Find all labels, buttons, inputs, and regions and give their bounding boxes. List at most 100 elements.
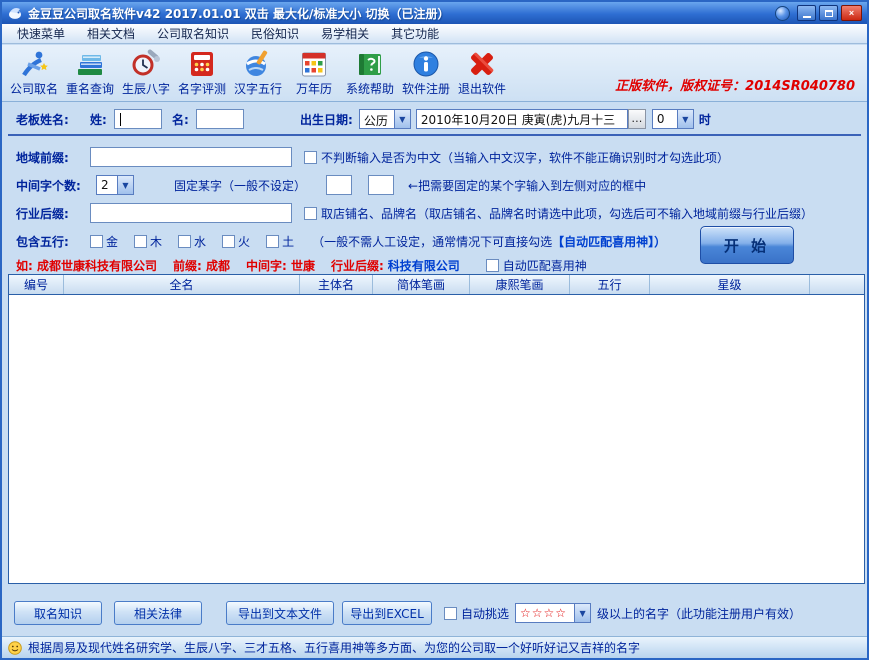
export-excel-button[interactable]: 导出到EXCEL [342, 601, 432, 625]
toolbar-label: 万年历 [296, 80, 332, 97]
date-picker-button[interactable]: … [628, 109, 646, 129]
wuxing-earth-label: 土 [282, 233, 294, 250]
skin-icon[interactable] [775, 6, 790, 21]
industry-suffix-input[interactable] [90, 203, 292, 223]
close-button[interactable]: × [841, 5, 862, 21]
wuxing-earth-checkbox[interactable] [266, 235, 279, 248]
auto-pick-checkbox[interactable] [444, 607, 457, 620]
toolbar-help[interactable]: 系统帮助 [342, 48, 398, 97]
toolbar: 公司取名 重名查询 生辰八字 [2, 45, 867, 102]
toolbar-calendar[interactable]: 万年历 [286, 48, 342, 97]
menu-bar: 快速菜单 相关文档 公司取名知识 民俗知识 易学相关 其它功能 [2, 24, 867, 44]
toolbar-name-evaluate[interactable]: 名字评测 [174, 48, 230, 97]
calendar-type-select[interactable]: 公历 ▼ [359, 109, 411, 129]
chevron-down-icon[interactable]: ▼ [677, 109, 694, 129]
menu-item-quick[interactable]: 快速菜单 [6, 23, 76, 44]
region-prefix-label: 地域前缀: [16, 149, 90, 166]
title-bar[interactable]: 金豆豆公司取名软件v42 2017.01.01 双击 最大化/标准大小 切换（已… [2, 2, 867, 24]
start-button[interactable]: 开 始 [700, 226, 794, 264]
wuxing-label: 包含五行: [16, 233, 90, 250]
toolbar-label: 公司取名 [10, 80, 58, 97]
naming-knowledge-button[interactable]: 取名知识 [14, 601, 102, 625]
middle-count-select[interactable]: 2 ▼ [96, 175, 134, 195]
wuxing-metal-label: 金 [106, 233, 118, 250]
calendar-type-value: 公历 [359, 109, 394, 129]
hanzi-wuxing-icon [243, 49, 273, 79]
birth-date-label: 出生日期: [300, 111, 353, 128]
table-header-filler [810, 275, 864, 294]
table-header-mainname[interactable]: 主体名 [300, 275, 373, 294]
surname-input[interactable] [114, 109, 162, 129]
hour-unit-label: 时 [699, 111, 711, 128]
window-title: 金豆豆公司取名软件v42 2017.01.01 双击 最大化/标准大小 切换（已… [28, 5, 450, 22]
table-body[interactable] [9, 295, 864, 583]
chevron-down-icon[interactable]: ▼ [117, 175, 134, 195]
chevron-down-icon[interactable]: ▼ [394, 109, 411, 129]
middle-char-row: 中间字个数: 2 ▼ 固定某字（一般不设定） ←把需要固定的某个字输入到左侧对应… [2, 174, 867, 196]
table-header-row: 编号 全名 主体名 简体笔画 康熙笔画 五行 星级 [9, 275, 864, 295]
shop-brand-checkbox[interactable] [304, 207, 317, 220]
auto-pick-label: 自动挑选 [461, 605, 509, 622]
toolbar-label: 软件注册 [402, 80, 450, 97]
toolbar-company-naming[interactable]: 公司取名 [6, 48, 62, 97]
fixed-char-input-1[interactable] [326, 175, 352, 195]
related-law-button[interactable]: 相关法律 [114, 601, 202, 625]
birth-hour-value: 0 [652, 109, 677, 129]
export-text-button[interactable]: 导出到文本文件 [226, 601, 334, 625]
toolbar-hanzi-wuxing[interactable]: 汉字五行 [230, 48, 286, 97]
surname-label: 姓: [90, 111, 114, 128]
star-level-select[interactable]: ☆☆☆☆ ▼ [515, 603, 591, 623]
menu-item-other[interactable]: 其它功能 [380, 23, 450, 44]
maximize-button[interactable] [819, 5, 838, 21]
birth-date-display[interactable]: 2010年10月20日 庚寅(虎)九月十三 [416, 109, 628, 129]
toolbar-label: 生辰八字 [122, 80, 170, 97]
table-header-starlevel[interactable]: 星级 [650, 275, 810, 294]
toolbar-duplicate-check[interactable]: 重名查询 [62, 48, 118, 97]
wuxing-metal-checkbox[interactable] [90, 235, 103, 248]
given-name-input[interactable] [196, 109, 244, 129]
non-chinese-checkbox[interactable] [304, 151, 317, 164]
birth-hour-select[interactable]: 0 ▼ [652, 109, 694, 129]
toolbar-label: 重名查询 [66, 80, 114, 97]
region-prefix-input[interactable] [90, 147, 292, 167]
name-evaluate-icon [187, 49, 217, 79]
wuxing-wood-checkbox[interactable] [134, 235, 147, 248]
menu-item-naming-knowledge[interactable]: 公司取名知识 [146, 23, 240, 44]
menu-item-yixue[interactable]: 易学相关 [310, 23, 380, 44]
chevron-down-icon[interactable]: ▼ [574, 603, 591, 623]
menu-item-folklore[interactable]: 民俗知识 [240, 23, 310, 44]
fixed-char-hint: ←把需要固定的某个字输入到左侧对应的框中 [408, 177, 646, 194]
fixed-char-input-2[interactable] [368, 175, 394, 195]
table-header-fullname[interactable]: 全名 [64, 275, 300, 294]
table-header-number[interactable]: 编号 [9, 275, 64, 294]
toolbar-birth-bazi[interactable]: 生辰八字 [118, 48, 174, 97]
minimize-button[interactable] [797, 5, 816, 21]
toolbar-exit[interactable]: 退出软件 [454, 48, 510, 97]
fixed-char-label: 固定某字（一般不设定） [174, 177, 306, 194]
birth-date-text: 2010年10月20日 庚寅(虎)九月十三 [421, 111, 615, 128]
table-header-simplified-strokes[interactable]: 简体笔画 [373, 275, 470, 294]
wuxing-fire-checkbox[interactable] [222, 235, 235, 248]
toolbar-register[interactable]: 软件注册 [398, 48, 454, 97]
help-book-icon [355, 49, 385, 79]
boss-name-row: 老板姓名: 姓: 名: 出生日期: 公历 ▼ 2010年10月20日 庚寅(虎)… [2, 108, 867, 130]
maximize-icon [825, 10, 833, 17]
menu-item-docs[interactable]: 相关文档 [76, 23, 146, 44]
exit-cross-icon [467, 49, 497, 79]
wuxing-water-checkbox[interactable] [178, 235, 191, 248]
auto-match-checkbox[interactable] [486, 259, 499, 272]
middle-count-label: 中间字个数: [16, 177, 96, 194]
industry-suffix-row: 行业后缀: 取店铺名、品牌名（取店铺名、品牌名时请选中此项，勾选后可不输入地域前… [2, 202, 867, 224]
star-level-value: ☆☆☆☆ [515, 603, 574, 623]
table-header-kangxi-strokes[interactable]: 康熙笔画 [470, 275, 570, 294]
wuxing-fire-label: 火 [238, 233, 250, 250]
calendar-icon [299, 49, 329, 79]
table-header-wuxing[interactable]: 五行 [570, 275, 650, 294]
example-part4-value: 科技有限公司 [388, 257, 460, 274]
example-part1: 如: 成都世康科技有限公司 [16, 257, 157, 274]
footer-bar: 取名知识 相关法律 导出到文本文件 导出到EXCEL 自动挑选 ☆☆☆☆ ▼ 级… [2, 584, 867, 636]
form-area: 老板姓名: 姓: 名: 出生日期: 公历 ▼ 2010年10月20日 庚寅(虎)… [2, 102, 867, 272]
smiley-icon [8, 641, 22, 655]
app-window: 金豆豆公司取名软件v42 2017.01.01 双击 最大化/标准大小 切换（已… [0, 0, 869, 660]
register-info-icon [411, 49, 441, 79]
